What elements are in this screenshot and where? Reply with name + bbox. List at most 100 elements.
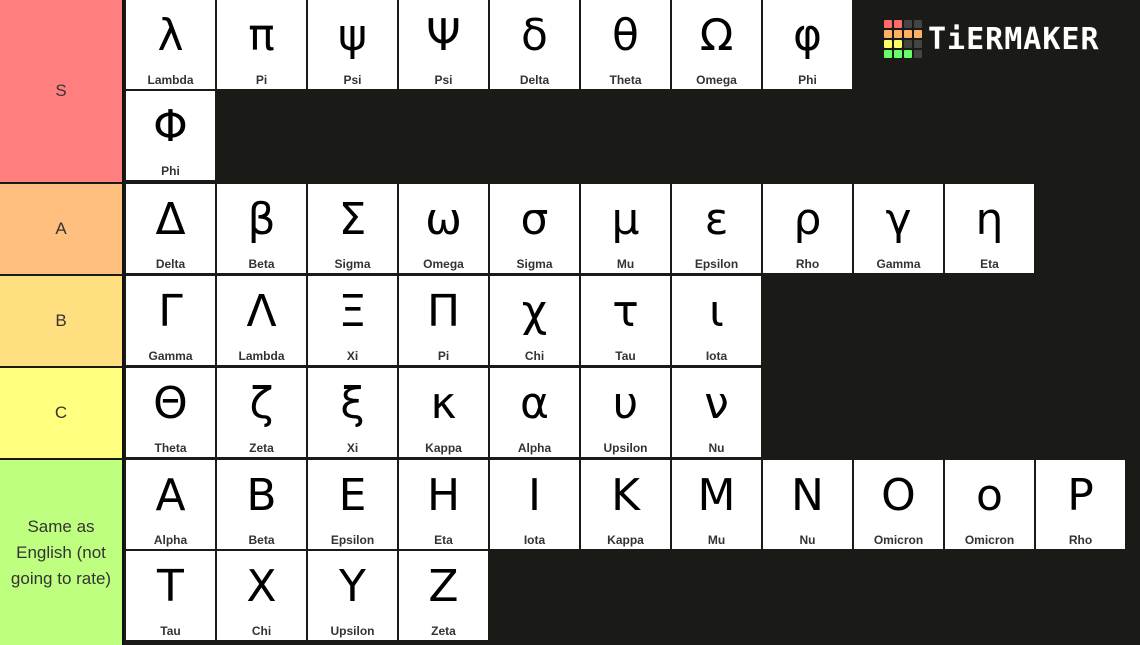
greek-letter-name: Psi bbox=[434, 73, 453, 87]
tier-item-card[interactable]: φ Phi bbox=[763, 0, 852, 89]
tier-item-card[interactable]: α Alpha bbox=[490, 368, 579, 457]
greek-letter-name: Theta bbox=[154, 441, 187, 455]
tier-label[interactable]: C bbox=[0, 368, 124, 458]
tier-item-card[interactable]: E Epsilon bbox=[308, 460, 397, 549]
greek-letter-symbol: Γ bbox=[158, 286, 183, 337]
tier-item-card[interactable]: X Chi bbox=[217, 551, 306, 640]
tier-item-card[interactable]: τ Tau bbox=[581, 276, 670, 365]
tier-item-card[interactable]: Φ Phi bbox=[126, 91, 215, 180]
logo-grid-square bbox=[914, 50, 922, 58]
logo-grid-square bbox=[914, 20, 922, 28]
tier-list-board: Sλ Lambda π Pi ψ Psi Ψ Psi δ Delta θ Theta Ω Omega φ Ph… bbox=[0, 0, 1140, 645]
greek-letter-name: Tau bbox=[615, 349, 636, 363]
tier-item-card[interactable]: M Mu bbox=[672, 460, 761, 549]
tier-item-card[interactable]: Ω Omega bbox=[672, 0, 761, 89]
greek-letter-name: Zeta bbox=[249, 441, 274, 455]
tier-item-card[interactable]: β Beta bbox=[217, 184, 306, 273]
greek-letter-symbol: Ξ bbox=[338, 286, 367, 337]
tier-item-card[interactable]: Θ Theta bbox=[126, 368, 215, 457]
tier-label[interactable]: B bbox=[0, 276, 124, 366]
tier-item-card[interactable]: K Kappa bbox=[581, 460, 670, 549]
logo-grid-square bbox=[904, 30, 912, 38]
greek-letter-symbol: T bbox=[157, 561, 184, 612]
greek-letter-symbol: Π bbox=[426, 286, 461, 337]
greek-letter-name: Nu bbox=[799, 533, 816, 547]
tier-item-card[interactable]: ι Iota bbox=[672, 276, 761, 365]
greek-letter-name: Sigma bbox=[516, 257, 553, 271]
greek-letter-symbol: ψ bbox=[337, 10, 368, 61]
greek-letter-symbol: Ψ bbox=[426, 10, 461, 61]
tier-item-card[interactable]: Z Zeta bbox=[399, 551, 488, 640]
greek-letter-name: Pi bbox=[255, 73, 268, 87]
greek-letter-symbol: Y bbox=[339, 561, 366, 612]
tier-item-card[interactable]: ξ Xi bbox=[308, 368, 397, 457]
greek-letter-symbol: O bbox=[881, 470, 916, 521]
greek-letter-symbol: ρ bbox=[793, 194, 822, 245]
tier-items: Γ Gamma Λ Lambda Ξ Xi Π Pi χ Chi τ Tau ι Iota bbox=[124, 276, 1140, 366]
tier-item-card[interactable]: ρ Rho bbox=[763, 184, 852, 273]
greek-letter-name: Pi bbox=[437, 349, 450, 363]
greek-letter-name: Beta bbox=[248, 257, 275, 271]
greek-letter-name: Omega bbox=[423, 257, 464, 271]
tier-item-card[interactable]: ψ Psi bbox=[308, 0, 397, 89]
greek-letter-symbol: π bbox=[248, 10, 275, 61]
tier-item-card[interactable]: T Tau bbox=[126, 551, 215, 640]
tier-item-card[interactable]: μ Mu bbox=[581, 184, 670, 273]
tier-item-card[interactable]: Ξ Xi bbox=[308, 276, 397, 365]
tier-item-card[interactable]: ν Nu bbox=[672, 368, 761, 457]
tier-item-card[interactable]: Y Upsilon bbox=[308, 551, 397, 640]
greek-letter-symbol: γ bbox=[885, 194, 912, 245]
tier-item-card[interactable]: χ Chi bbox=[490, 276, 579, 365]
tier-item-card[interactable]: π Pi bbox=[217, 0, 306, 89]
tier-item-card[interactable]: B Beta bbox=[217, 460, 306, 549]
tier-item-card[interactable]: Λ Lambda bbox=[217, 276, 306, 365]
greek-letter-name: Xi bbox=[346, 349, 359, 363]
greek-letter-name: Rho bbox=[795, 257, 820, 271]
tier-item-card[interactable]: δ Delta bbox=[490, 0, 579, 89]
tier-item-card[interactable]: λ Lambda bbox=[126, 0, 215, 89]
logo-grid-square bbox=[894, 20, 902, 28]
tier-item-card[interactable]: θ Theta bbox=[581, 0, 670, 89]
tier-item-card[interactable]: Δ Delta bbox=[126, 184, 215, 273]
greek-letter-symbol: Θ bbox=[153, 378, 188, 429]
greek-letter-symbol: Σ bbox=[338, 194, 367, 245]
greek-letter-name: Kappa bbox=[425, 441, 462, 455]
tier-item-card[interactable]: Σ Sigma bbox=[308, 184, 397, 273]
greek-letter-name: Omega bbox=[696, 73, 737, 87]
tier-item-card[interactable]: A Alpha bbox=[126, 460, 215, 549]
tier-item-card[interactable]: N Nu bbox=[763, 460, 852, 549]
tier-item-card[interactable]: P Rho bbox=[1036, 460, 1125, 549]
greek-letter-symbol: P bbox=[1067, 470, 1094, 521]
tier-item-card[interactable]: ζ Zeta bbox=[217, 368, 306, 457]
tier-item-card[interactable]: Ψ Psi bbox=[399, 0, 488, 89]
tier-item-card[interactable]: O Omicron bbox=[854, 460, 943, 549]
tier-item-card[interactable]: Π Pi bbox=[399, 276, 488, 365]
tier-item-card[interactable]: γ Gamma bbox=[854, 184, 943, 273]
tier-label[interactable]: Same as English (not going to rate) bbox=[0, 460, 124, 645]
greek-letter-symbol: ζ bbox=[249, 378, 274, 429]
greek-letter-symbol: τ bbox=[612, 286, 639, 337]
greek-letter-symbol: ν bbox=[704, 378, 729, 429]
greek-letter-symbol: ξ bbox=[340, 378, 365, 429]
logo-grid-square bbox=[884, 40, 892, 48]
tier-item-card[interactable]: H Eta bbox=[399, 460, 488, 549]
tier-item-card[interactable]: ε Epsilon bbox=[672, 184, 761, 273]
greek-letter-name: Upsilon bbox=[330, 624, 375, 638]
greek-letter-name: Beta bbox=[248, 533, 275, 547]
greek-letter-name: Phi bbox=[798, 73, 817, 87]
greek-letter-name: Lambda bbox=[147, 73, 194, 87]
tier-item-card[interactable]: I Iota bbox=[490, 460, 579, 549]
tier-item-card[interactable]: ω Omega bbox=[399, 184, 488, 273]
logo-grid-square bbox=[894, 40, 902, 48]
tier-item-card[interactable]: σ Sigma bbox=[490, 184, 579, 273]
tier-label[interactable]: A bbox=[0, 184, 124, 274]
tier-item-card[interactable]: υ Upsilon bbox=[581, 368, 670, 457]
tier-item-card[interactable]: η Eta bbox=[945, 184, 1034, 273]
tier-label[interactable]: S bbox=[0, 0, 124, 182]
tiermaker-logo-icon bbox=[884, 20, 922, 58]
greek-letter-name: Omicron bbox=[964, 533, 1015, 547]
tier-item-card[interactable]: κ Kappa bbox=[399, 368, 488, 457]
tier-item-card[interactable]: o Omicron bbox=[945, 460, 1034, 549]
logo-grid-square bbox=[894, 50, 902, 58]
tier-item-card[interactable]: Γ Gamma bbox=[126, 276, 215, 365]
